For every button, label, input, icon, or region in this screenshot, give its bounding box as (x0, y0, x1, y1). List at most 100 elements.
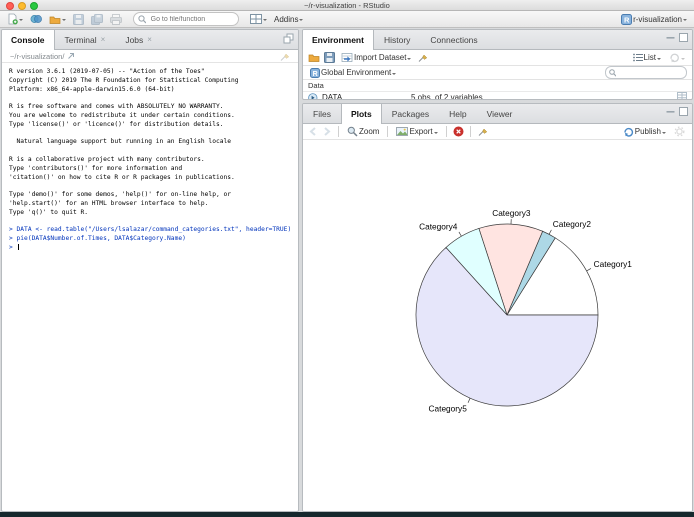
tab-help[interactable]: Help (439, 104, 476, 123)
clear-environment-broom-icon[interactable] (417, 52, 428, 63)
publish-label: Publish (634, 127, 661, 136)
next-plot-arrow-icon[interactable] (322, 126, 332, 137)
open-file-button[interactable] (47, 13, 68, 26)
tab-connections[interactable]: Connections (420, 30, 487, 49)
addins-button[interactable]: Addins (272, 14, 305, 25)
goto-file-function-input[interactable] (148, 14, 234, 24)
maximize-panel-icon[interactable] (679, 33, 688, 42)
main-toolbar: Addins R r-visualization (0, 11, 694, 28)
project-menu-button[interactable]: R r-visualization (619, 13, 689, 26)
refresh-plot-button[interactable] (672, 125, 687, 138)
expand-object-icon[interactable] (308, 92, 318, 101)
console-line: Type 'demo()' for some demos, 'help()' f… (9, 191, 232, 199)
maximize-panel-icon[interactable] (283, 33, 294, 44)
previous-plot-arrow-icon[interactable] (308, 126, 318, 137)
environment-scope-button[interactable]: R Global Environment (308, 67, 398, 79)
clear-all-plots-broom-icon[interactable] (477, 126, 488, 137)
window-title: ~/r-visualization - RStudio (304, 1, 390, 10)
new-file-button[interactable] (5, 12, 25, 26)
tab-label: Plots (350, 109, 372, 119)
console-output[interactable]: R version 3.6.1 (2019-07-05) -- "Action … (2, 63, 298, 253)
console-tabbar: Console Terminal × Jobs × (2, 30, 298, 50)
chevron-down-icon (263, 19, 267, 23)
console-line: 'help.start()' for an HTML browser inter… (9, 199, 209, 207)
tab-plots[interactable]: Plots (340, 104, 382, 124)
text-cursor (17, 243, 19, 250)
chevron-down-icon (19, 19, 23, 23)
environment-search-box (605, 66, 687, 79)
minimize-panel-icon[interactable] (666, 33, 675, 42)
environment-toolbar: Import Dataset List (303, 50, 692, 66)
titlebar: ~/r-visualization - RStudio (0, 0, 694, 11)
console-line: Type 'license()' or 'licence()' for dist… (9, 120, 224, 128)
console-line: > DATA <- read.table("/Users/lsalazar/co… (9, 226, 292, 234)
load-workspace-folder-icon[interactable] (308, 52, 320, 63)
print-button[interactable] (108, 13, 124, 26)
plot-viewport: Category1 Category2 Category3 Category4 Cate… (303, 140, 692, 511)
list-icon (632, 53, 643, 62)
popout-arrow-icon[interactable] (67, 52, 75, 60)
pie-label-Category5: Category5 (429, 404, 468, 414)
tab-viewer[interactable]: Viewer (477, 104, 523, 123)
console-panel: Console Terminal × Jobs × ~/r-visualizat… (1, 29, 299, 512)
chevron-down-icon (662, 131, 666, 136)
environment-object-row[interactable]: DATA 5 obs. of 2 variables (303, 91, 692, 101)
tab-environment[interactable]: Environment (303, 30, 374, 50)
save-workspace-icon[interactable] (324, 52, 335, 63)
save-icon (73, 13, 84, 25)
tab-label: Console (11, 35, 45, 45)
console-line: You are welcome to redistribute it under… (9, 111, 235, 119)
tab-label: Files (313, 108, 331, 119)
import-dataset-button[interactable]: Import Dataset (339, 51, 413, 64)
environment-search-input[interactable] (617, 68, 683, 77)
rstudio-window: ~/r-visualization - RStudio Go to file/f… (0, 0, 694, 517)
tab-history[interactable]: History (374, 30, 420, 49)
print-icon (110, 13, 122, 25)
console-line: R version 3.6.1 (2019-07-05) -- "Action … (9, 68, 205, 75)
list-view-button[interactable]: List (631, 52, 663, 63)
r-global-env-icon: R (310, 67, 320, 78)
tab-label: Environment (312, 35, 364, 45)
export-plot-button[interactable]: Export (394, 125, 439, 138)
pie-label-Category1: Category1 (594, 259, 633, 269)
tab-terminal[interactable]: Terminal × (55, 30, 116, 49)
save-all-button[interactable] (89, 13, 105, 26)
save-button[interactable] (71, 13, 86, 26)
tab-files[interactable]: Files (303, 104, 341, 123)
tab-console[interactable]: Console (2, 30, 55, 50)
maximize-panel-icon[interactable] (679, 107, 688, 116)
new-project-button[interactable] (28, 12, 44, 26)
tab-packages[interactable]: Packages (382, 104, 439, 123)
chevron-down-icon (433, 131, 438, 136)
pie-label-Category3: Category3 (492, 208, 531, 218)
data-section-label: Data (308, 81, 324, 90)
environment-panel: Environment History Connections Import D… (302, 29, 693, 100)
pane-layout-button[interactable] (248, 13, 269, 25)
refresh-environment-button[interactable] (667, 51, 687, 64)
view-data-grid-icon[interactable] (677, 92, 687, 100)
zoom-plot-button[interactable]: Zoom (345, 125, 381, 138)
tab-jobs[interactable]: Jobs × (115, 30, 162, 49)
chevron-down-icon (657, 57, 661, 62)
svg-text:R: R (313, 70, 318, 77)
open-folder-icon (49, 16, 61, 24)
publish-button[interactable]: Publish (621, 125, 668, 138)
console-line: Copyright (C) 2019 The R Foundation for … (9, 76, 239, 84)
close-icon[interactable]: × (101, 35, 106, 44)
chevron-down-icon (683, 19, 687, 23)
minimize-panel-icon[interactable] (666, 107, 675, 116)
close-icon[interactable]: × (147, 35, 152, 44)
remove-plot-icon[interactable] (453, 126, 464, 137)
console-line: R is a collaborative project with many c… (9, 155, 205, 163)
console-working-dir: ~/r-visualization/ (2, 50, 298, 63)
clear-console-broom-icon[interactable] (279, 51, 290, 62)
list-view-label: List (643, 53, 656, 62)
pie-label-Category4: Category4 (419, 221, 458, 231)
panes-icon (250, 14, 262, 24)
pie-label-tick (458, 231, 462, 237)
tab-label: Terminal (64, 34, 97, 45)
pie-chart-svg: Category1 Category2 Category3 Category4 Cate… (415, 208, 633, 414)
addins-label: Addins (274, 14, 299, 24)
